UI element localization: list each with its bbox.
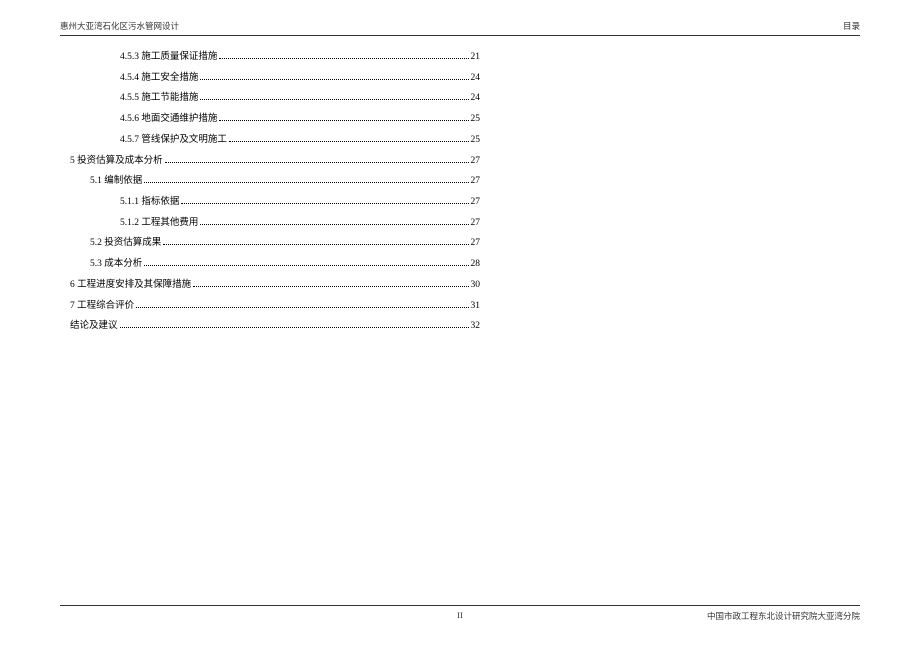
toc-row: 4.5.3 施工质量保证措施 21 (60, 50, 480, 65)
toc-entry-page: 30 (471, 278, 481, 293)
toc-entry-label: 5.1.1 指标依据 (120, 195, 179, 210)
toc-row: 4.5.5 施工节能措施 24 (60, 91, 480, 106)
toc-entry-page: 27 (471, 236, 481, 251)
toc-leader-dots (200, 79, 468, 80)
toc-entry-label: 5.1.2 工程其他费用 (120, 216, 198, 231)
toc-entry-page: 25 (471, 112, 481, 127)
toc-row: 5.1 编制依据 27 (60, 174, 480, 189)
toc-row: 5 投资估算及成本分析 27 (60, 154, 480, 169)
toc-leader-dots (136, 307, 468, 308)
toc-row: 结论及建议 32 (60, 319, 480, 334)
toc-entry-page: 27 (471, 195, 481, 210)
toc-leader-dots (120, 327, 469, 328)
toc-leader-dots (144, 182, 468, 183)
toc-entry-page: 21 (471, 50, 481, 65)
toc-row: 5.2 投资估算成果 27 (60, 236, 480, 251)
toc-row: 5.1.2 工程其他费用 27 (60, 216, 480, 231)
toc-leader-dots (163, 244, 468, 245)
toc-leader-dots (165, 162, 469, 163)
toc-entry-label: 5 投资估算及成本分析 (70, 154, 163, 169)
toc-entry-label: 5.2 投资估算成果 (90, 236, 161, 251)
page-header: 惠州大亚湾石化区污水管网设计 目录 (60, 20, 860, 36)
toc-entry-label: 6 工程进度安排及其保障措施 (70, 278, 191, 293)
toc-entry-page: 27 (471, 216, 481, 231)
toc-leader-dots (200, 224, 468, 225)
toc-entry-label: 4.5.7 管线保护及文明施工 (120, 133, 227, 148)
toc-entry-page: 27 (471, 154, 481, 169)
toc-leader-dots (219, 120, 468, 121)
footer-page-number: II (60, 610, 860, 620)
toc-entry-page: 24 (471, 91, 481, 106)
toc-leader-dots (200, 99, 468, 100)
toc-row: 4.5.4 施工安全措施 24 (60, 71, 480, 86)
toc-entry-page: 24 (471, 71, 481, 86)
toc-leader-dots (181, 203, 468, 204)
toc-entry-label: 5.1 编制依据 (90, 174, 142, 189)
table-of-contents: 4.5.3 施工质量保证措施214.5.4 施工安全措施244.5.5 施工节能… (60, 50, 480, 334)
toc-entry-label: 4.5.3 施工质量保证措施 (120, 50, 217, 65)
toc-entry-label: 结论及建议 (70, 319, 118, 334)
page-footer: II 中国市政工程东北设计研究院大亚湾分院 (60, 605, 860, 622)
toc-leader-dots (144, 265, 468, 266)
toc-entry-label: 7 工程综合评价 (70, 299, 134, 314)
toc-row: 5.3 成本分析 28 (60, 257, 480, 272)
toc-entry-label: 4.5.5 施工节能措施 (120, 91, 198, 106)
toc-entry-label: 4.5.4 施工安全措施 (120, 71, 198, 86)
toc-row: 5.1.1 指标依据 27 (60, 195, 480, 210)
toc-leader-dots (229, 141, 469, 142)
header-title-right: 目录 (843, 20, 860, 32)
toc-row: 7 工程综合评价 31 (60, 299, 480, 314)
toc-entry-label: 4.5.6 地面交通维护措施 (120, 112, 217, 127)
toc-entry-page: 25 (471, 133, 481, 148)
toc-row: 6 工程进度安排及其保障措施 30 (60, 278, 480, 293)
toc-entry-page: 32 (471, 319, 481, 334)
toc-leader-dots (193, 286, 468, 287)
toc-row: 4.5.6 地面交通维护措施 25 (60, 112, 480, 127)
toc-entry-page: 27 (471, 174, 481, 189)
document-page: 惠州大亚湾石化区污水管网设计 目录 4.5.3 施工质量保证措施 21 4.5.4 … (60, 20, 860, 630)
toc-entry-page: 28 (471, 257, 481, 272)
toc-entry-page: 31 (471, 299, 481, 314)
toc-entry-label: 5.3 成本分析 (90, 257, 142, 272)
toc-row: 4.5.7 管线保护及文明施工 25 (60, 133, 480, 148)
toc-leader-dots (219, 58, 468, 59)
header-title-left: 惠州大亚湾石化区污水管网设计 (60, 20, 179, 32)
